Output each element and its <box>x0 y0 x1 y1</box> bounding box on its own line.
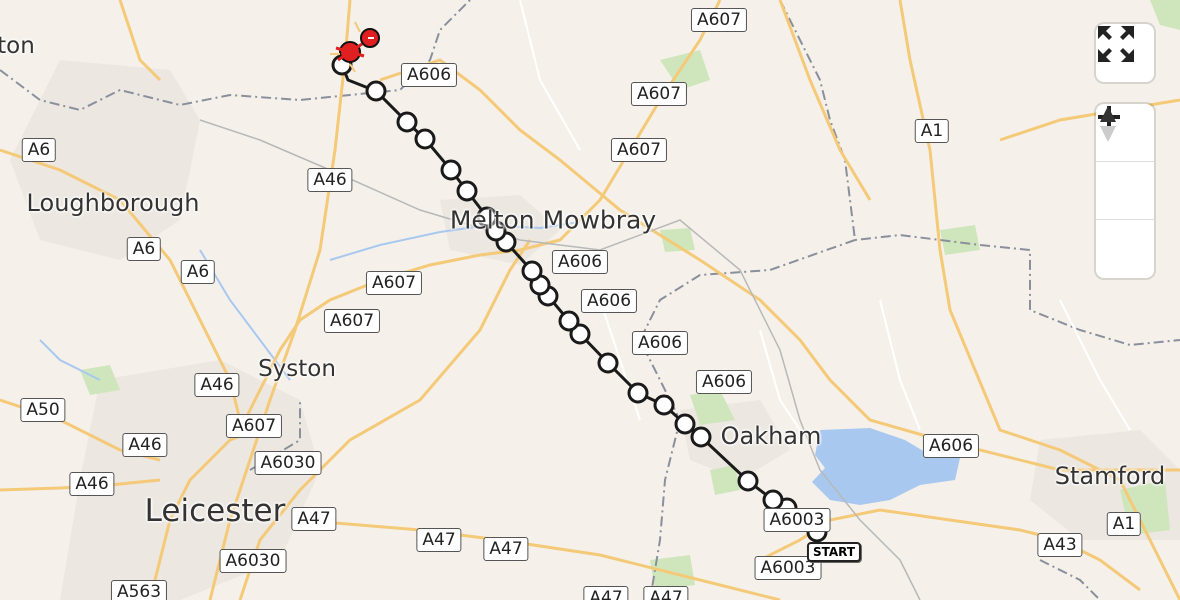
road-label: A1 <box>914 119 950 143</box>
route-waypoint[interactable] <box>440 159 462 181</box>
road-label: A43 <box>1037 533 1083 557</box>
road-label: A606 <box>551 250 609 274</box>
road-label: A6 <box>126 237 162 261</box>
road-label: A607 <box>365 271 423 295</box>
fullscreen-button[interactable] <box>1096 24 1154 82</box>
route-waypoint[interactable] <box>365 80 387 102</box>
route-waypoint[interactable] <box>558 310 580 332</box>
road-label: A47 <box>483 537 529 561</box>
route-waypoint[interactable] <box>690 426 712 448</box>
road-label: A6030 <box>254 451 322 475</box>
place-loughborough: Loughborough <box>26 189 200 217</box>
zoom-out-button[interactable] <box>1096 115 1154 220</box>
compass-button[interactable] <box>1096 106 1154 278</box>
route-waypoint[interactable] <box>762 489 784 511</box>
road-label: A606 <box>695 370 753 394</box>
map-view[interactable]: ton Loughborough Melton Mowbray Syston O… <box>0 0 1180 600</box>
road-label: A606 <box>631 331 689 355</box>
zoom-controls <box>1096 104 1154 278</box>
route-waypoint[interactable] <box>653 394 675 416</box>
road-label: A47 <box>583 586 629 600</box>
route-waypoint[interactable] <box>674 413 696 435</box>
north-arrow-icon <box>1100 106 1116 142</box>
expand-arrows-icon <box>1098 26 1134 62</box>
route-waypoint[interactable] <box>396 111 418 133</box>
road-label: A46 <box>122 433 168 457</box>
road-label: A47 <box>291 507 337 531</box>
road-label: A606 <box>922 434 980 458</box>
route-waypoint[interactable] <box>597 352 619 374</box>
road-label: A46 <box>194 373 240 397</box>
road-label: A6 <box>21 138 57 162</box>
road-label: A47 <box>416 528 462 552</box>
place-oakham: Oakham <box>720 422 822 450</box>
road-label: A50 <box>20 398 66 422</box>
place-ashby: ton <box>0 33 35 59</box>
place-melton-mowbray: Melton Mowbray <box>449 205 657 235</box>
route-waypoint[interactable] <box>521 260 543 282</box>
route-waypoint[interactable] <box>737 470 759 492</box>
road-label: A6030 <box>219 549 287 573</box>
road-label: A1 <box>1106 512 1142 536</box>
road-label: A6003 <box>763 508 831 532</box>
road-label: A606 <box>580 289 638 313</box>
road-label: A46 <box>307 168 353 192</box>
place-leicester: Leicester <box>144 493 286 529</box>
road-label: A607 <box>630 82 688 106</box>
start-label: START <box>806 542 862 562</box>
route-waypoint[interactable] <box>456 180 478 202</box>
place-stamford: Stamford <box>1054 462 1166 490</box>
road-label: A47 <box>643 586 689 600</box>
place-syston: Syston <box>258 356 336 382</box>
road-label: A607 <box>225 414 283 438</box>
route-waypoint[interactable] <box>414 128 436 150</box>
road-label: A607 <box>323 309 381 333</box>
road-label: A6 <box>180 260 216 284</box>
road-label: A606 <box>400 63 458 87</box>
fullscreen-control <box>1096 24 1154 82</box>
road-label: A607 <box>690 8 748 32</box>
road-label: A607 <box>610 138 668 162</box>
road-label: A46 <box>69 472 115 496</box>
road-label: A563 <box>110 580 168 600</box>
route-waypoint[interactable] <box>627 382 649 404</box>
